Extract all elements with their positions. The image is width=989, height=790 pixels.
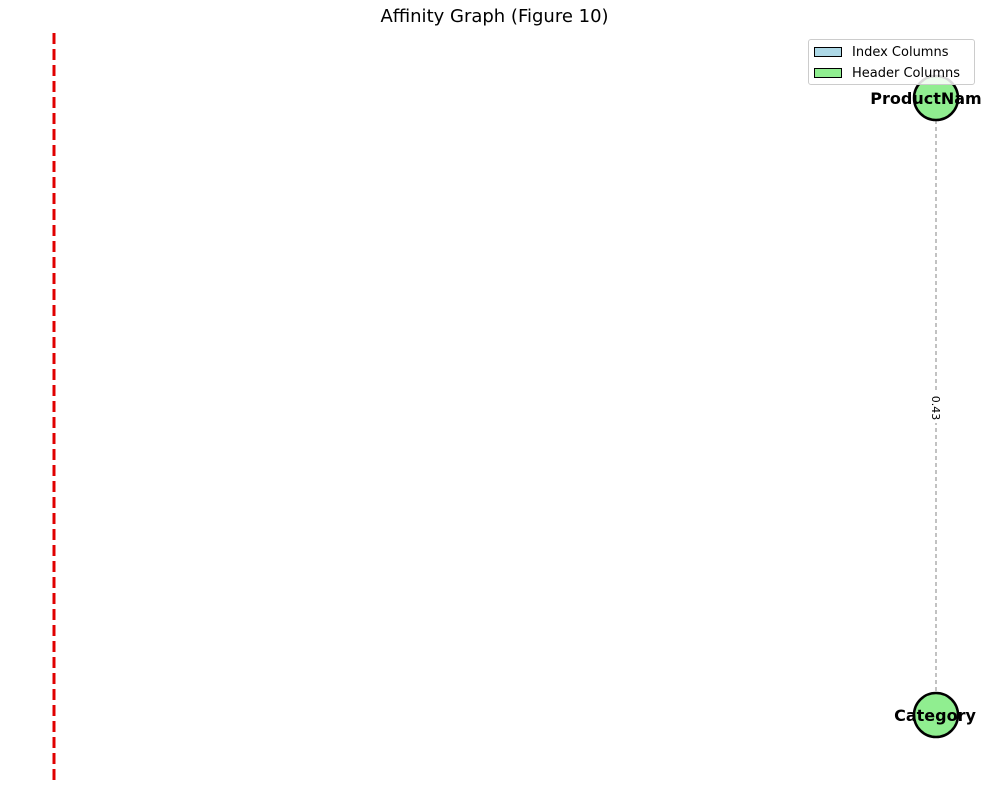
legend-swatch-index xyxy=(814,47,842,57)
node-category-label: Category xyxy=(894,706,976,725)
affinity-graph: 0.43 ProductNam Category xyxy=(52,33,982,780)
legend-swatch-header xyxy=(814,68,842,78)
edge-weight-label: 0.43 xyxy=(929,396,942,421)
figure-canvas: Affinity Graph (Figure 10) 0.43 ProductN… xyxy=(0,0,989,790)
node-productname-label: ProductNam xyxy=(870,89,981,108)
legend-label-header: Header Columns xyxy=(852,65,961,81)
legend: Index Columns Header Columns xyxy=(808,39,975,85)
legend-item-index-columns: Index Columns xyxy=(814,44,948,60)
legend-item-header-columns: Header Columns xyxy=(814,65,960,81)
legend-label-index: Index Columns xyxy=(852,44,949,60)
